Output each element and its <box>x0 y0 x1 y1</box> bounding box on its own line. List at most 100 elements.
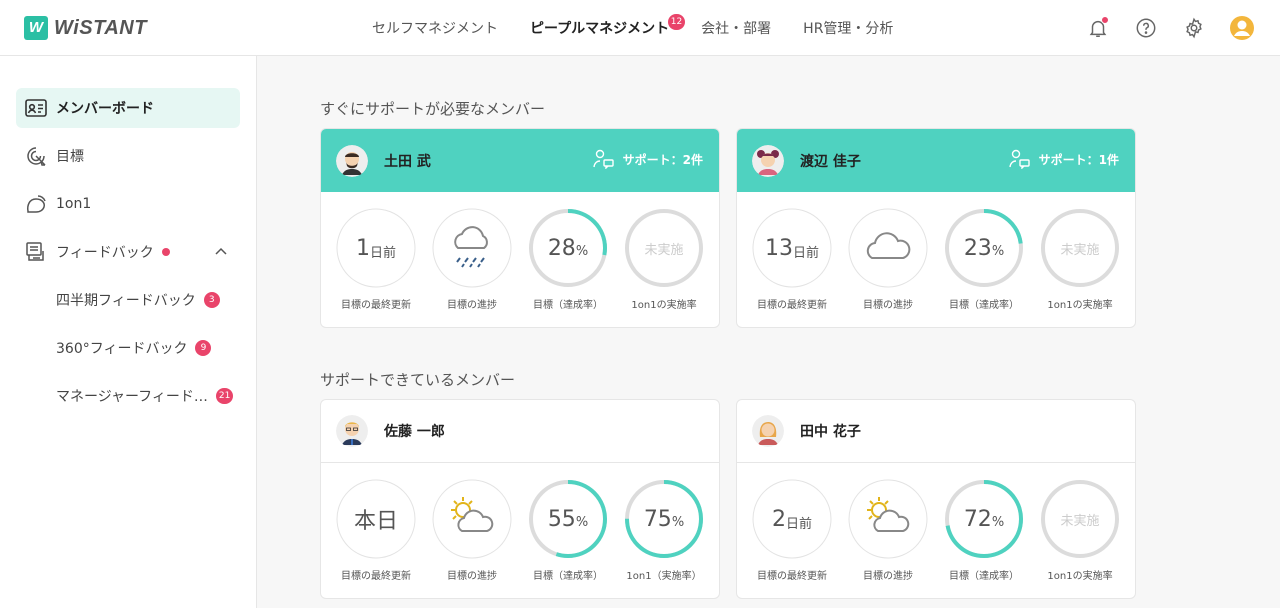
metric-1on1-rate: 未実施 1on1の実施率 <box>616 208 712 311</box>
feedback-icon <box>24 240 48 264</box>
count-badge: 3 <box>203 292 220 308</box>
sidebar-item-label: メンバーボード <box>56 101 154 117</box>
day-unit: 日前 <box>792 245 819 261</box>
caption: 目標の最終更新 <box>757 300 827 311</box>
percent-unit: % <box>991 243 1005 259</box>
sun-cloud-icon <box>867 497 910 532</box>
member-card[interactable]: 土田 武 サポート：2件 1 日前 目標の最終更新 目標の進捗 28% 目標（達成… <box>320 128 720 328</box>
user-avatar-icon[interactable] <box>1228 14 1256 42</box>
last-update-number: 13 <box>764 235 793 261</box>
gear-icon[interactable] <box>1180 14 1208 42</box>
avatar <box>336 144 368 177</box>
percent-unit: % <box>671 514 685 530</box>
sub-item-label: マネージャーフィード… <box>56 389 208 405</box>
caption: 目標の進捗 <box>863 300 913 311</box>
caption: 目標の進捗 <box>447 571 497 582</box>
caption: 目標の最終更新 <box>341 300 411 311</box>
cloud-icon <box>866 232 911 259</box>
support-count[interactable]: サポート：2件 <box>592 149 703 169</box>
notification-dot <box>1101 16 1109 24</box>
percent-unit: % <box>991 514 1005 530</box>
sidebar-item-feedback[interactable]: フィードバック <box>16 232 240 272</box>
chat-icon <box>24 192 48 216</box>
caption: 1on1の実施率 <box>631 300 697 311</box>
caption: 目標の最終更新 <box>341 571 411 582</box>
member-name: 田中 花子 <box>800 424 861 440</box>
support-count[interactable]: サポート：1件 <box>1008 149 1119 169</box>
sub-item-label: 360°フィードバック <box>56 341 188 357</box>
caption: 目標の進捗 <box>447 300 497 311</box>
metric-progress: 目標の進捗 <box>424 208 520 311</box>
target-icon <box>24 144 48 168</box>
last-update-text: 本日 <box>353 509 398 534</box>
caption: 目標（達成率） <box>949 571 1019 582</box>
count-badge: 9 <box>195 340 212 356</box>
percent-unit: % <box>575 514 589 530</box>
not-done-label: 未実施 <box>644 242 684 258</box>
member-card[interactable]: 田中 花子 2 日前 目標の最終更新 目標の進捗 72% 目標（達成率） 未実施 … <box>736 399 1136 599</box>
nav-company-department[interactable]: 会社・部署 <box>701 18 771 38</box>
member-card[interactable]: 渡辺 佳子 サポート：1件 13 日前 目標の最終更新 目標の進捗 23% 目標（… <box>736 128 1136 328</box>
sidebar: メンバーボード 目標 1on1 フィードバック 四半期フィードバック 3 360… <box>0 56 257 608</box>
sidebar-item-goals[interactable]: 目標 <box>16 136 240 176</box>
caption: 目標（達成率） <box>949 300 1019 311</box>
caption: 目標（達成率） <box>533 300 603 311</box>
sidebar-item-member-board[interactable]: メンバーボード <box>16 88 240 128</box>
feedback-alert-dot <box>161 248 170 256</box>
main-nav: セルフマネジメント ピープルマネジメント 12 会社・部署 HR管理・分析 <box>372 0 925 56</box>
support-label: サポート：2件 <box>622 152 703 167</box>
metric-1on1-rate: 75% 1on1（実施率） <box>616 479 712 582</box>
card-header: 田中 花子 <box>737 400 1135 463</box>
section-title-needs-support: すぐにサポートが必要なメンバー <box>320 100 546 118</box>
metric-achievement: 55% 目標（達成率） <box>520 479 616 582</box>
help-icon[interactable] <box>1132 14 1160 42</box>
sidebar-item-label: 目標 <box>56 149 84 165</box>
chevron-up-icon[interactable] <box>214 244 228 262</box>
metric-progress: 目標の進捗 <box>840 479 936 582</box>
caption: 1on1（実施率） <box>626 571 702 582</box>
sidebar-sub-manager-feedback[interactable]: マネージャーフィード… 21 <box>56 384 234 408</box>
support-icon <box>1008 149 1030 169</box>
nav-people-management[interactable]: ピープルマネジメント 12 <box>530 14 686 38</box>
metric-achievement: 23% 目標（達成率） <box>936 208 1032 311</box>
top-header: W WiSTANT セルフマネジメント ピープルマネジメント 12 会社・部署 … <box>0 0 1280 56</box>
caption: 目標（達成率） <box>533 571 603 582</box>
metric-progress: 目標の進捗 <box>424 479 520 582</box>
section-title-supported: サポートできているメンバー <box>320 371 516 389</box>
member-card[interactable]: 佐藤 一郎 本日 目標の最終更新 目標の進捗 55% 目標（達成率） 75% 1… <box>320 399 720 599</box>
metrics-row: 本日 目標の最終更新 目標の進捗 55% 目標（達成率） 75% 1on1（実施… <box>321 479 719 598</box>
percent-unit: % <box>575 243 589 259</box>
caption: 目標の最終更新 <box>757 571 827 582</box>
day-unit: 日前 <box>369 245 396 261</box>
metric-last-update: 2 日前 目標の最終更新 <box>744 479 840 582</box>
logo[interactable]: W WiSTANT <box>24 16 147 40</box>
achievement-value: 55 <box>547 506 576 532</box>
nav-self-management[interactable]: セルフマネジメント <box>372 18 498 38</box>
id-card-icon <box>24 96 48 120</box>
last-update-number: 2 <box>771 506 786 532</box>
count-badge: 21 <box>215 388 234 404</box>
achievement-value: 23 <box>963 235 992 261</box>
caption: 目標の進捗 <box>863 571 913 582</box>
metrics-row: 2 日前 目標の最終更新 目標の進捗 72% 目標（達成率） 未実施 1on1の実… <box>737 479 1135 598</box>
sidebar-item-label: フィードバック <box>56 245 154 261</box>
achievement-value: 28 <box>547 235 576 261</box>
avatar <box>336 415 368 447</box>
metric-1on1-rate: 未実施 1on1の実施率 <box>1032 479 1128 582</box>
metrics-row: 1 日前 目標の最終更新 目標の進捗 28% 目標（達成率） 未実施 1on1の実… <box>321 208 719 327</box>
nav-hr-analysis[interactable]: HR管理・分析 <box>803 18 893 38</box>
nav-badge: 12 <box>667 14 686 30</box>
member-name: 土田 武 <box>384 153 431 170</box>
metric-achievement: 28% 目標（達成率） <box>520 208 616 311</box>
sun-cloud-icon <box>451 497 494 532</box>
last-update-number: 1 <box>355 235 370 261</box>
sub-item-label: 四半期フィードバック <box>56 293 196 309</box>
bell-icon[interactable] <box>1084 14 1112 42</box>
sidebar-item-1on1[interactable]: 1on1 <box>16 184 240 224</box>
sidebar-sub-quarterly-feedback[interactable]: 四半期フィードバック 3 <box>56 288 220 312</box>
sidebar-sub-360-feedback[interactable]: 360°フィードバック 9 <box>56 336 212 360</box>
avatar <box>752 415 784 447</box>
card-header: 渡辺 佳子 サポート：1件 <box>737 129 1135 192</box>
logo-text: WiSTANT <box>54 16 147 39</box>
caption: 1on1の実施率 <box>1047 571 1113 582</box>
